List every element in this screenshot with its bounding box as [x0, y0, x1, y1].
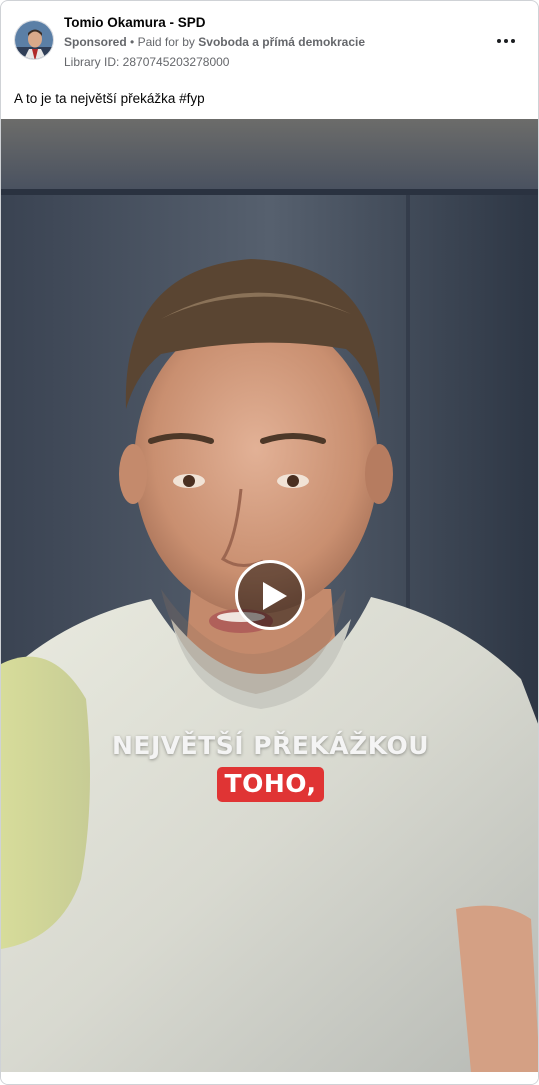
post-header: Tomio Okamura - SPD Sponsored • Paid for… [1, 1, 538, 81]
sponsored-line: Sponsored • Paid for by Svoboda a přímá … [64, 35, 365, 49]
subtitle-line-2-wrap: TOHO, [1, 767, 538, 802]
sponsored-label: Sponsored [64, 35, 127, 49]
card-footer [1, 1072, 538, 1084]
page-name[interactable]: Tomio Okamura - SPD [64, 15, 206, 30]
separator-dot: • [130, 35, 138, 49]
subtitle-line-1: NEJVĚTŠÍ PŘEKÁŽKOU [111, 731, 430, 760]
play-icon [263, 582, 287, 610]
post-caption: A to je ta největší překážka #fyp [14, 91, 205, 106]
paid-for-label: Paid for by [137, 35, 195, 49]
library-id: Library ID: 2870745203278000 [64, 55, 230, 69]
subtitle-line-2: TOHO, [216, 767, 325, 802]
video-player[interactable]: NEJVĚTŠÍ PŘEKÁŽKOU TOHO, [1, 119, 538, 1072]
play-button[interactable] [235, 560, 305, 630]
more-options-icon[interactable] [494, 32, 518, 50]
ad-card: Tomio Okamura - SPD Sponsored • Paid for… [0, 0, 539, 1085]
payer-name[interactable]: Svoboda a přímá demokracie [198, 35, 365, 49]
avatar[interactable] [14, 20, 54, 60]
